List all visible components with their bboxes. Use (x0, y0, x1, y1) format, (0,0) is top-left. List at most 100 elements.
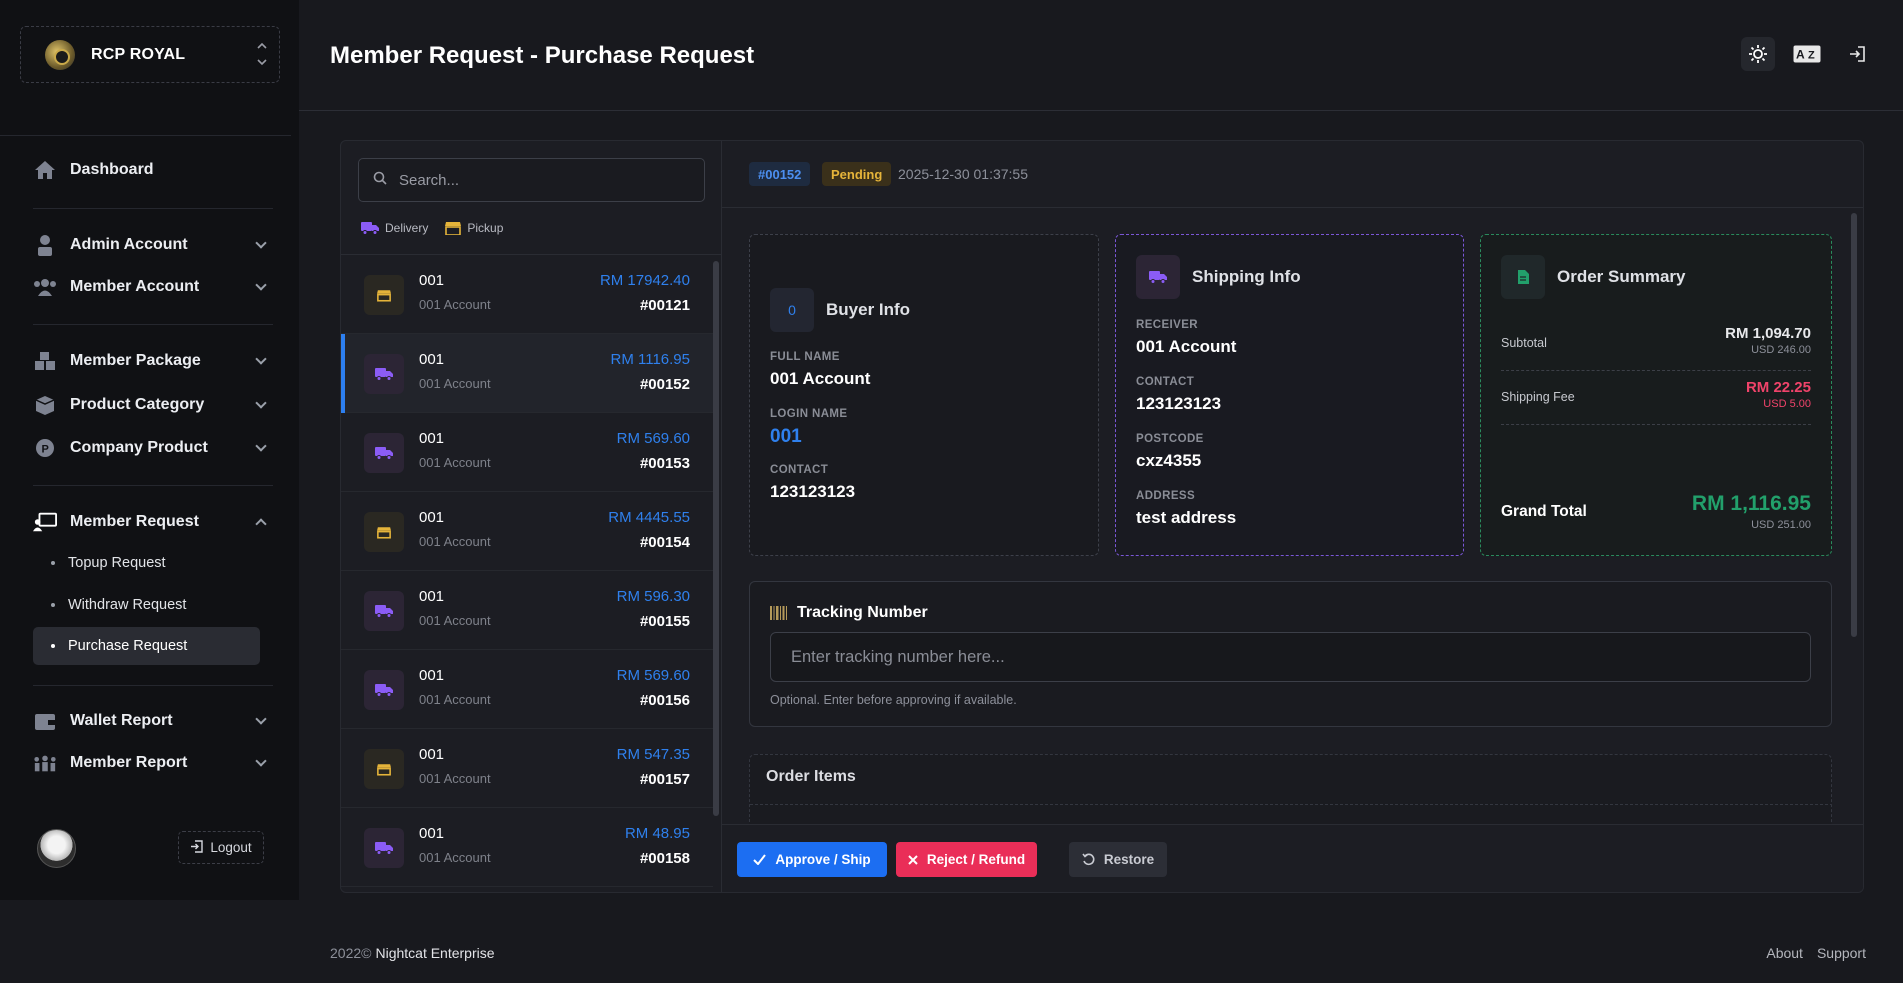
boxes-icon (33, 393, 57, 417)
search-input[interactable] (399, 171, 679, 189)
reject-label: Reject / Refund (926, 852, 1026, 867)
divider (33, 324, 273, 325)
tracking-title: Tracking Number (770, 604, 928, 622)
footer-links: About Support (1752, 945, 1866, 961)
request-amount: RM 17942.40 (599, 272, 690, 289)
divider (0, 135, 291, 136)
theme-toggle-sun-icon[interactable] (1741, 37, 1775, 71)
subtotal-amount: RM 1,094.70 USD 246.00 (1725, 325, 1811, 356)
field-label: FULL NAME (770, 351, 840, 363)
sidebar-subitem-purchase-request[interactable]: Purchase Request (33, 627, 260, 665)
shipping-info-card: Shipping Info RECEIVER 001 Account CONTA… (1115, 234, 1464, 556)
package-icon (33, 349, 57, 373)
bullet-icon (51, 644, 55, 648)
sign-out-icon (190, 839, 204, 856)
list-item[interactable]: 001 001 Account RM 17942.40 #00121 (341, 255, 713, 334)
member-id: 001 (419, 825, 445, 842)
subtotal-label: Subtotal (1501, 336, 1547, 350)
tracking-title-label: Tracking Number (797, 604, 928, 621)
undo-icon (1082, 853, 1095, 866)
shipping-fee-amount: RM 22.25 USD 5.00 (1746, 379, 1811, 410)
logout-button[interactable]: Logout (178, 831, 264, 864)
sidebar-item-admin-account[interactable]: Admin Account (33, 228, 273, 262)
sidebar-item-company-product[interactable]: P Company Product (33, 431, 273, 465)
sign-out-icon[interactable] (1840, 37, 1874, 71)
restore-button[interactable]: Restore (1069, 842, 1167, 877)
footer-about-link[interactable]: About (1766, 945, 1803, 961)
full-name-value: 001 Account (770, 369, 871, 388)
sidebar-item-product-category[interactable]: Product Category (33, 388, 273, 422)
field-label: CONTACT (1136, 376, 1195, 388)
list-item[interactable]: 001 001 Account RM 569.60 #00153 (341, 413, 713, 492)
truck-icon (361, 221, 379, 235)
avatar[interactable] (37, 829, 76, 868)
order-items-card: Order Items (749, 754, 1832, 834)
search-field[interactable] (358, 158, 705, 202)
card-header: Order Summary (1501, 255, 1686, 299)
sidebar-item-member-report[interactable]: Member Report (33, 746, 273, 780)
restore-label: Restore (1103, 852, 1155, 867)
request-amount: RM 569.60 (616, 667, 690, 684)
request-number: #00155 (639, 613, 690, 630)
list-item[interactable]: 001 001 Account RM 596.30 #00155 (341, 571, 713, 650)
truck-icon (364, 591, 404, 631)
chevron-down-icon (255, 755, 267, 767)
list-item[interactable]: 001 001 Account RM 547.35 #00157 (341, 729, 713, 808)
sidebar: RCP ROYAL Dashboard Admin Account Member… (0, 0, 299, 900)
request-amount: RM 547.35 (616, 746, 690, 763)
close-icon (908, 854, 918, 865)
sidebar-item-wallet-report[interactable]: Wallet Report (33, 704, 273, 738)
sidebar-item-member-account[interactable]: Member Account (33, 270, 273, 304)
member-id: 001 (419, 272, 445, 289)
buyer-info-card: 0 Buyer Info FULL NAME 001 Account LOGIN… (749, 234, 1099, 556)
product-p-icon: P (33, 436, 57, 460)
chevron-down-icon (255, 713, 267, 725)
list-item[interactable]: 001 001 Account RM 48.95 #00158 (341, 808, 713, 887)
action-bar: Approve / Ship Reject / Refund Restore (722, 824, 1863, 892)
field-label: ADDRESS (1136, 490, 1196, 502)
sidebar-item-dashboard[interactable]: Dashboard (33, 153, 273, 187)
detail-scrollbar[interactable] (1851, 213, 1857, 637)
tracking-number-input[interactable] (770, 632, 1811, 682)
subtotal-value: RM 1,094.70 (1725, 325, 1811, 342)
chevron-up-icon (255, 518, 267, 530)
sidebar-subitem-withdraw-request[interactable]: Withdraw Request (33, 586, 260, 624)
approve-ship-button[interactable]: Approve / Ship (737, 842, 887, 877)
list-item[interactable]: 001 001 Account RM 4445.55 #00154 (341, 492, 713, 571)
svg-text:Z: Z (1808, 50, 1815, 62)
request-amount: RM 4445.55 (608, 509, 690, 526)
brand-switcher[interactable]: RCP ROYAL (20, 26, 280, 83)
sidebar-subitem-topup-request[interactable]: Topup Request (33, 544, 260, 582)
footer-company-link[interactable]: Nightcat Enterprise (375, 945, 494, 961)
sidebar-item-member-request[interactable]: Member Request (33, 505, 273, 539)
contact-value: 123123123 (770, 482, 856, 501)
reject-refund-button[interactable]: Reject / Refund (896, 842, 1037, 877)
divider (33, 685, 273, 686)
store-icon (445, 221, 462, 235)
list-item[interactable]: 001 001 Account RM 569.60 #00156 (341, 650, 713, 729)
grand-total-usd: USD 251.00 (1751, 519, 1811, 531)
chalkboard-user-icon (33, 510, 57, 534)
list-scrollbar[interactable] (713, 261, 719, 816)
bullet-icon (51, 603, 55, 607)
wallet-icon (33, 709, 57, 733)
store-icon (364, 512, 404, 552)
request-number: #00158 (639, 850, 690, 867)
sidebar-item-member-package[interactable]: Member Package (33, 344, 273, 378)
list-item[interactable]: 001 001 Account RM 1116.95 #00152 (341, 334, 713, 413)
purchase-request-panel: Delivery Pickup 001 001 Account RM 17942.4… (340, 140, 1864, 893)
bullet-icon (51, 561, 55, 565)
grand-total-amount: RM 1,116.95 USD 251.00 (1692, 492, 1811, 531)
request-detail: #00152 Pending 2025-12-30 01:37:55 0 Buy… (722, 141, 1863, 892)
language-icon[interactable]: AZ (1790, 37, 1824, 71)
sidebar-item-label: Admin Account (70, 236, 188, 253)
member-account: 001 Account (419, 692, 491, 707)
detail-header: #00152 Pending 2025-12-30 01:37:55 (722, 141, 1863, 208)
brand-logo (45, 39, 75, 70)
logout-label: Logout (210, 840, 252, 855)
chevron-up-down-icon[interactable] (255, 39, 269, 69)
order-id-badge: #00152 (749, 162, 811, 186)
grand-total-value: RM 1,116.95 (1691, 492, 1811, 515)
request-list: 001 001 Account RM 17942.40 #00121 001 001 Ac… (341, 255, 713, 892)
footer-support-link[interactable]: Support (1817, 945, 1866, 961)
